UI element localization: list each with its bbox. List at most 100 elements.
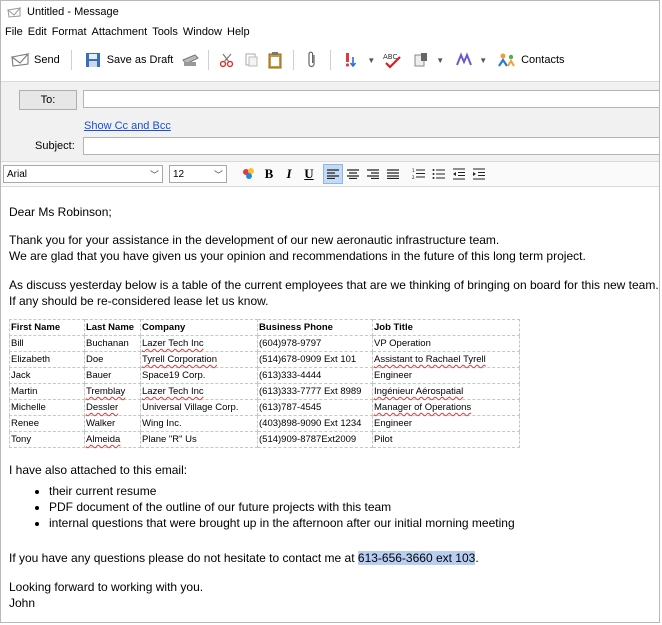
bulleted-list-icon[interactable] [429,164,449,184]
window-title: Untitled - Message [27,6,119,18]
font-size-select[interactable]: 12 ﹀ [169,165,227,183]
menu-window[interactable]: Window [183,26,222,38]
chevron-down-icon: ▼ [436,55,445,65]
subject-field[interactable] [83,137,659,155]
print-icon[interactable] [180,49,200,71]
signature-button[interactable]: ▼ [408,47,447,73]
menu-help[interactable]: Help [227,26,250,38]
contacts-button[interactable]: Contacts [494,47,567,73]
table-row: Michelle Dessler Universal Village Corp.… [9,399,520,416]
table-cell: Doe [84,351,141,368]
svg-text:2: 2 [412,175,415,180]
table-cell: Buchanan [84,335,141,352]
table-cell: (613)333-4444 [257,367,373,384]
table-cell: Engineer [372,367,520,384]
table-cell: Wing Inc. [140,415,258,432]
paragraph-1-line-2: We are glad that you have given us your … [9,249,586,263]
table-row: Tony Almeida Plane "R" Us (514)909-8787E… [9,431,520,448]
table-cell: Jack [9,367,85,384]
menu-format[interactable]: Format [52,26,87,38]
table-cell: Universal Village Corp. [140,399,258,416]
italic-button[interactable]: I [279,164,299,184]
text-color-icon[interactable] [239,164,259,184]
list-item: PDF document of the outline of our futur… [49,499,515,515]
priority-button[interactable]: ▼ [339,47,378,73]
signature-icon [411,49,431,71]
column-header: Business Phone [257,319,373,336]
toolbar-separator [293,50,295,70]
menu-tools[interactable]: Tools [152,26,178,38]
paperclip-attach-icon[interactable] [302,49,322,71]
align-center-icon[interactable] [343,164,363,184]
bold-button[interactable]: B [259,164,279,184]
table-row: Martin Tremblay Lazer Tech Inc (613)333-… [9,383,520,400]
contact-line: If you have any questions please do not … [9,550,479,566]
chevron-down-icon: ﹀ [213,169,223,180]
cut-scissors-icon[interactable] [217,49,237,71]
table-row: Elizabeth Doe Tyrell Corporation (514)67… [9,351,520,368]
align-right-icon[interactable] [363,164,383,184]
table-cell: (514)678-0909 Ext 101 [257,351,373,368]
table-row: Renee Walker Wing Inc. (403)898-9090 Ext… [9,415,520,432]
send-label: Send [34,54,60,66]
envelope-icon [7,6,21,18]
message-header: To: Show Cc and Bcc Subject: [1,81,659,162]
table-cell: Ingénieur Aérospatial [372,383,520,400]
spellcheck-icon[interactable]: ABC [382,49,404,71]
align-justify-icon[interactable] [383,164,403,184]
save-as-draft-button[interactable]: Save as Draft [80,47,177,73]
message-body-editor[interactable]: Dear Ms Robinson; Thank you for your ass… [1,186,659,622]
table-cell: Martin [9,383,85,400]
contact-suffix: . [475,551,479,565]
priority-icon [342,49,362,71]
chevron-down-icon: ▼ [479,55,488,65]
show-cc-bcc-link[interactable]: Show Cc and Bcc [84,120,171,132]
send-envelope-icon [10,49,30,71]
paragraph-2-line-2: If any should be re-considered lease let… [9,294,269,308]
table-cell: (403)898-9090 Ext 1234 [257,415,373,432]
align-left-icon[interactable] [323,164,343,184]
decrease-indent-icon[interactable] [449,164,469,184]
save-as-draft-label: Save as Draft [106,54,174,66]
table-cell: Dessler [84,399,141,416]
chevron-down-icon: ▼ [367,55,376,65]
table-cell: (514)909-8787Ext2009 [257,431,373,448]
table-cell: Engineer [372,415,520,432]
toolbar-separator [70,50,72,70]
numbered-list-icon[interactable]: 12 [409,164,429,184]
list-item: internal questions that were brought up … [49,515,515,531]
font-family-select[interactable]: Arial ﹀ [3,165,163,183]
stationery-button[interactable]: ▼ [451,47,490,73]
table-cell: Lazer Tech Inc [140,383,258,400]
toolbar-separator [208,50,210,70]
underline-button[interactable]: U [299,164,319,184]
copy-icon[interactable] [241,49,261,71]
table-row: Bill Buchanan Lazer Tech Inc (604)978-97… [9,335,520,352]
message-window: Untitled - Message File Edit Format Atta… [0,0,660,623]
employee-table: First Name Last Name Company Business Ph… [9,319,520,448]
table-cell: Walker [84,415,141,432]
table-row: Jack Bauer Space19 Corp. (613)333-4444 E… [9,367,520,384]
list-item: their current resume [49,483,515,499]
attachments-list: their current resume PDF document of the… [9,483,515,531]
menu-edit[interactable]: Edit [28,26,47,38]
table-cell: Elizabeth [9,351,85,368]
font-family-value: Arial [7,168,28,180]
to-button[interactable]: To: [19,90,77,110]
table-cell: Tyrell Corporation [140,351,258,368]
column-header: Job Title [372,319,520,336]
table-cell: Tony [9,431,85,448]
table-cell: Assistant to Rachael Tyrell [372,351,520,368]
send-button[interactable]: Send [7,47,63,73]
table-cell: VP Operation [372,335,520,352]
toolbar: Send Save as Draft ▼ ABC ▼ ▼ Contacts [1,43,659,77]
menu-attachment[interactable]: Attachment [92,26,148,38]
table-header-row: First Name Last Name Company Business Ph… [9,319,520,336]
subject-label: Subject: [35,140,75,152]
paste-clipboard-icon[interactable] [265,49,285,71]
to-field[interactable] [83,90,659,108]
menu-file[interactable]: File [5,26,23,38]
formatting-toolbar: Arial ﹀ 12 ﹀ B I U 12 [1,161,659,187]
increase-indent-icon[interactable] [469,164,489,184]
contacts-icon [497,49,517,71]
